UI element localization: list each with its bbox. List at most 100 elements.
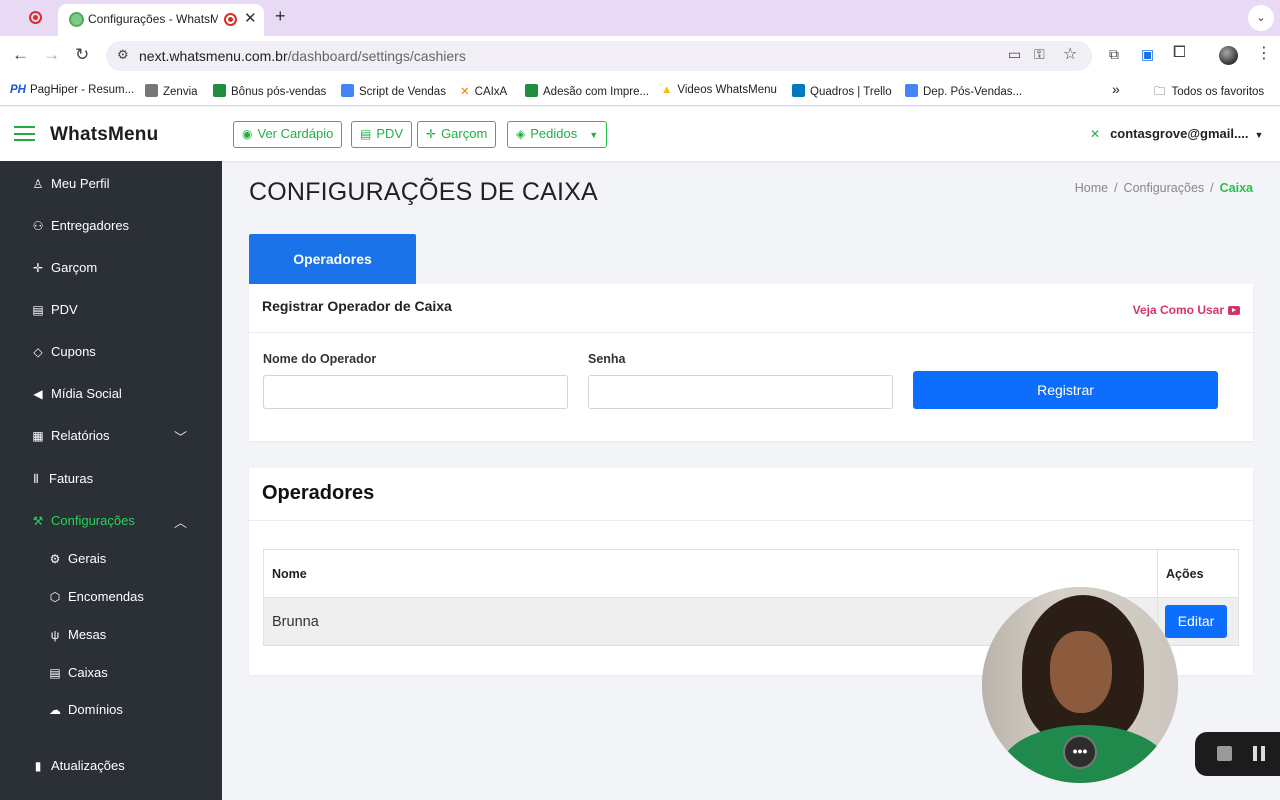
tab-search-button[interactable]: ⌄ [1248,5,1274,31]
brand-logo: WhatsMenu [50,124,159,145]
megaphone-icon: ◀ [33,387,43,401]
sidebar-subitem-general[interactable]: ⚙ Gerais [48,551,107,566]
webcam-overlay[interactable]: ••• [982,587,1178,783]
register-icon: ▤ [360,127,372,141]
sidebar-item-couriers[interactable]: ⚇ Entregadores [31,218,129,233]
url-text[interactable]: next.whatsmenu.com.br/dashboard/settings… [139,48,466,64]
sidebar-item-reports[interactable]: ▦ Relatórios [31,428,109,443]
register-operator-card: Registrar Operador de Caixa Veja Como Us… [249,284,1253,441]
tab-recording-icon [224,13,237,26]
view-menu-button[interactable]: ◉ Ver Cardápio [233,121,343,148]
password-input[interactable] [588,375,893,409]
sidebar-item-settings[interactable]: ⚒ Configurações [31,513,135,528]
operator-name-label: Nome do Operador [263,352,377,366]
register-button[interactable]: Registrar [913,371,1218,409]
code-extension-icon[interactable]: ⧉ [1109,46,1119,63]
trello-icon [792,84,805,97]
browser-tab-active[interactable]: Configurações - WhatsMenu ✕ [58,4,264,36]
bookmark-dep[interactable]: Dep. Pós-Vendas... [905,84,1022,98]
menu-toggle-icon[interactable] [14,126,35,141]
bookmark-videos[interactable]: ▲ Videos WhatsMenu [661,84,777,96]
bookmark-bonus[interactable]: Bônus pós-vendas [213,84,326,98]
report-icon: ▦ [32,429,44,443]
breadcrumb-home[interactable]: Home [1075,181,1108,195]
password-key-icon[interactable]: ⚿ [1034,46,1045,63]
how-to-use-link[interactable]: Veja Como Usar [1133,303,1240,317]
tab-favicon-icon [69,12,84,27]
browser-menu-icon[interactable]: ⋮ [1256,43,1272,63]
new-tab-button[interactable]: + [275,6,286,27]
chevron-down-icon[interactable]: ﹀ [174,427,187,446]
webcam-menu-button[interactable]: ••• [1063,735,1097,769]
tab-operators[interactable]: Operadores [249,234,416,284]
register-icon: ▤ [32,303,44,317]
tab-close-icon[interactable]: ✕ [244,9,257,27]
browser-tab-bar: Configurações - WhatsMenu ✕ + ⌄ [0,0,1280,36]
site-settings-icon[interactable]: ⚙ [117,47,129,63]
user-badge-icon: ✕ [1090,127,1101,141]
camera-icon[interactable]: ▭ [1008,46,1021,63]
bookmark-paghiper[interactable]: PH PagHiper - Resum... [10,84,134,96]
caixa-icon: ✕ [460,86,470,98]
bookmark-trello[interactable]: Quadros | Trello [792,84,892,98]
sheets-icon [525,84,538,97]
pause-recording-icon[interactable] [1253,746,1265,761]
gear-icon: ⚙ [49,552,61,566]
caret-down-icon: ▼ [1254,130,1264,140]
reload-icon[interactable]: ↻ [75,45,89,65]
docs-icon [905,84,918,97]
extensions-puzzle-icon[interactable]: ⧠ [1173,44,1186,62]
breadcrumb-settings[interactable]: Configurações [1124,181,1205,195]
sidebar: ♙ Meu Perfil ⚇ Entregadores ✛ Garçom ▤ PDV ◇… [0,161,222,800]
operator-name-input[interactable] [263,375,568,409]
orders-dropdown-button[interactable]: ◈ Pedidos ▼ [507,121,608,148]
chevron-up-icon[interactable]: ︿ [174,512,187,531]
profile-avatar[interactable] [1219,46,1238,65]
sidebar-item-coupons[interactable]: ◇ Cupons [31,344,95,359]
bookmark-adesao[interactable]: Adesão com Impre... [525,84,649,98]
recording-indicator-icon [29,11,42,24]
bookmark-caixa[interactable]: ✕ CAIxA [460,84,507,98]
folder-icon: 🗀 [1154,86,1166,98]
sidebar-subitem-domains[interactable]: ☁ Domínios [48,702,123,717]
sidebar-item-invoices[interactable]: ⦀ Faturas [29,471,93,487]
sidebar-subitem-tables[interactable]: ψ Mesas [48,627,107,642]
recording-controls [1195,732,1280,776]
pdv-button[interactable]: ▤ PDV [351,121,413,148]
sidebar-item-waiter[interactable]: ✛ Garçom [31,260,97,275]
user-email: contasgrove@gmail.... [1110,126,1249,141]
breadcrumb-current: Caixa [1219,181,1253,195]
sidebar-item-social[interactable]: ◀ Mídia Social [31,386,121,401]
bookmark-star-icon[interactable]: ☆ [1063,44,1077,64]
bookmarks-bar: PH PagHiper - Resum... Zenvia Bônus pós-v… [0,76,1280,106]
sidebar-item-profile[interactable]: ♙ Meu Perfil [31,176,110,191]
card-header: Registrar Operador de Caixa Veja Como Us… [249,284,1253,333]
sidebar-item-pdv[interactable]: ▤ PDV [31,302,77,317]
cutlery-icon: ψ [50,628,60,642]
motorcycle-icon: ⚇ [32,219,44,233]
url-host: next.whatsmenu.com.br [139,48,288,64]
card-header: Operadores [249,468,1253,521]
cloud-icon: ☁ [49,703,61,717]
user-icon: ♙ [32,177,44,191]
tag-icon: ◈ [516,127,526,141]
forward-arrow-icon[interactable]: → [43,45,60,65]
waiter-button[interactable]: ✛ Garçom [417,121,497,148]
address-bar[interactable]: ⚙ next.whatsmenu.com.br/dashboard/settin… [106,41,1092,71]
sidebar-subitem-cashiers[interactable]: ▤ Caixas [48,665,107,680]
user-menu[interactable]: ✕ contasgrove@gmail.... ▼ [1090,126,1263,141]
tab-title: Configurações - WhatsMenu [88,12,218,26]
all-bookmarks-folder[interactable]: 🗀 Todos os favoritos [1154,84,1264,103]
bookmark-script[interactable]: Script de Vendas [341,84,446,98]
back-arrow-icon[interactable]: ← [12,45,29,65]
sidebar-subitem-orders[interactable]: ⬡ Encomendas [48,589,144,604]
browser-toolbar: ← → ↻ ⚙ next.whatsmenu.com.br/dashboard/… [0,36,1280,76]
breadcrumb: Home / Configurações / Caixa [1074,181,1253,195]
password-label: Senha [588,352,626,366]
extension-icon[interactable]: ▣ [1141,46,1154,63]
bookmarks-overflow-button[interactable]: » [1112,81,1120,97]
page-title: CONFIGURAÇÕES DE CAIXA [249,178,598,206]
stop-recording-icon[interactable] [1217,746,1232,761]
bookmark-zenvia[interactable]: Zenvia [145,84,198,98]
sidebar-item-updates[interactable]: ▮ Atualizações [31,758,125,773]
